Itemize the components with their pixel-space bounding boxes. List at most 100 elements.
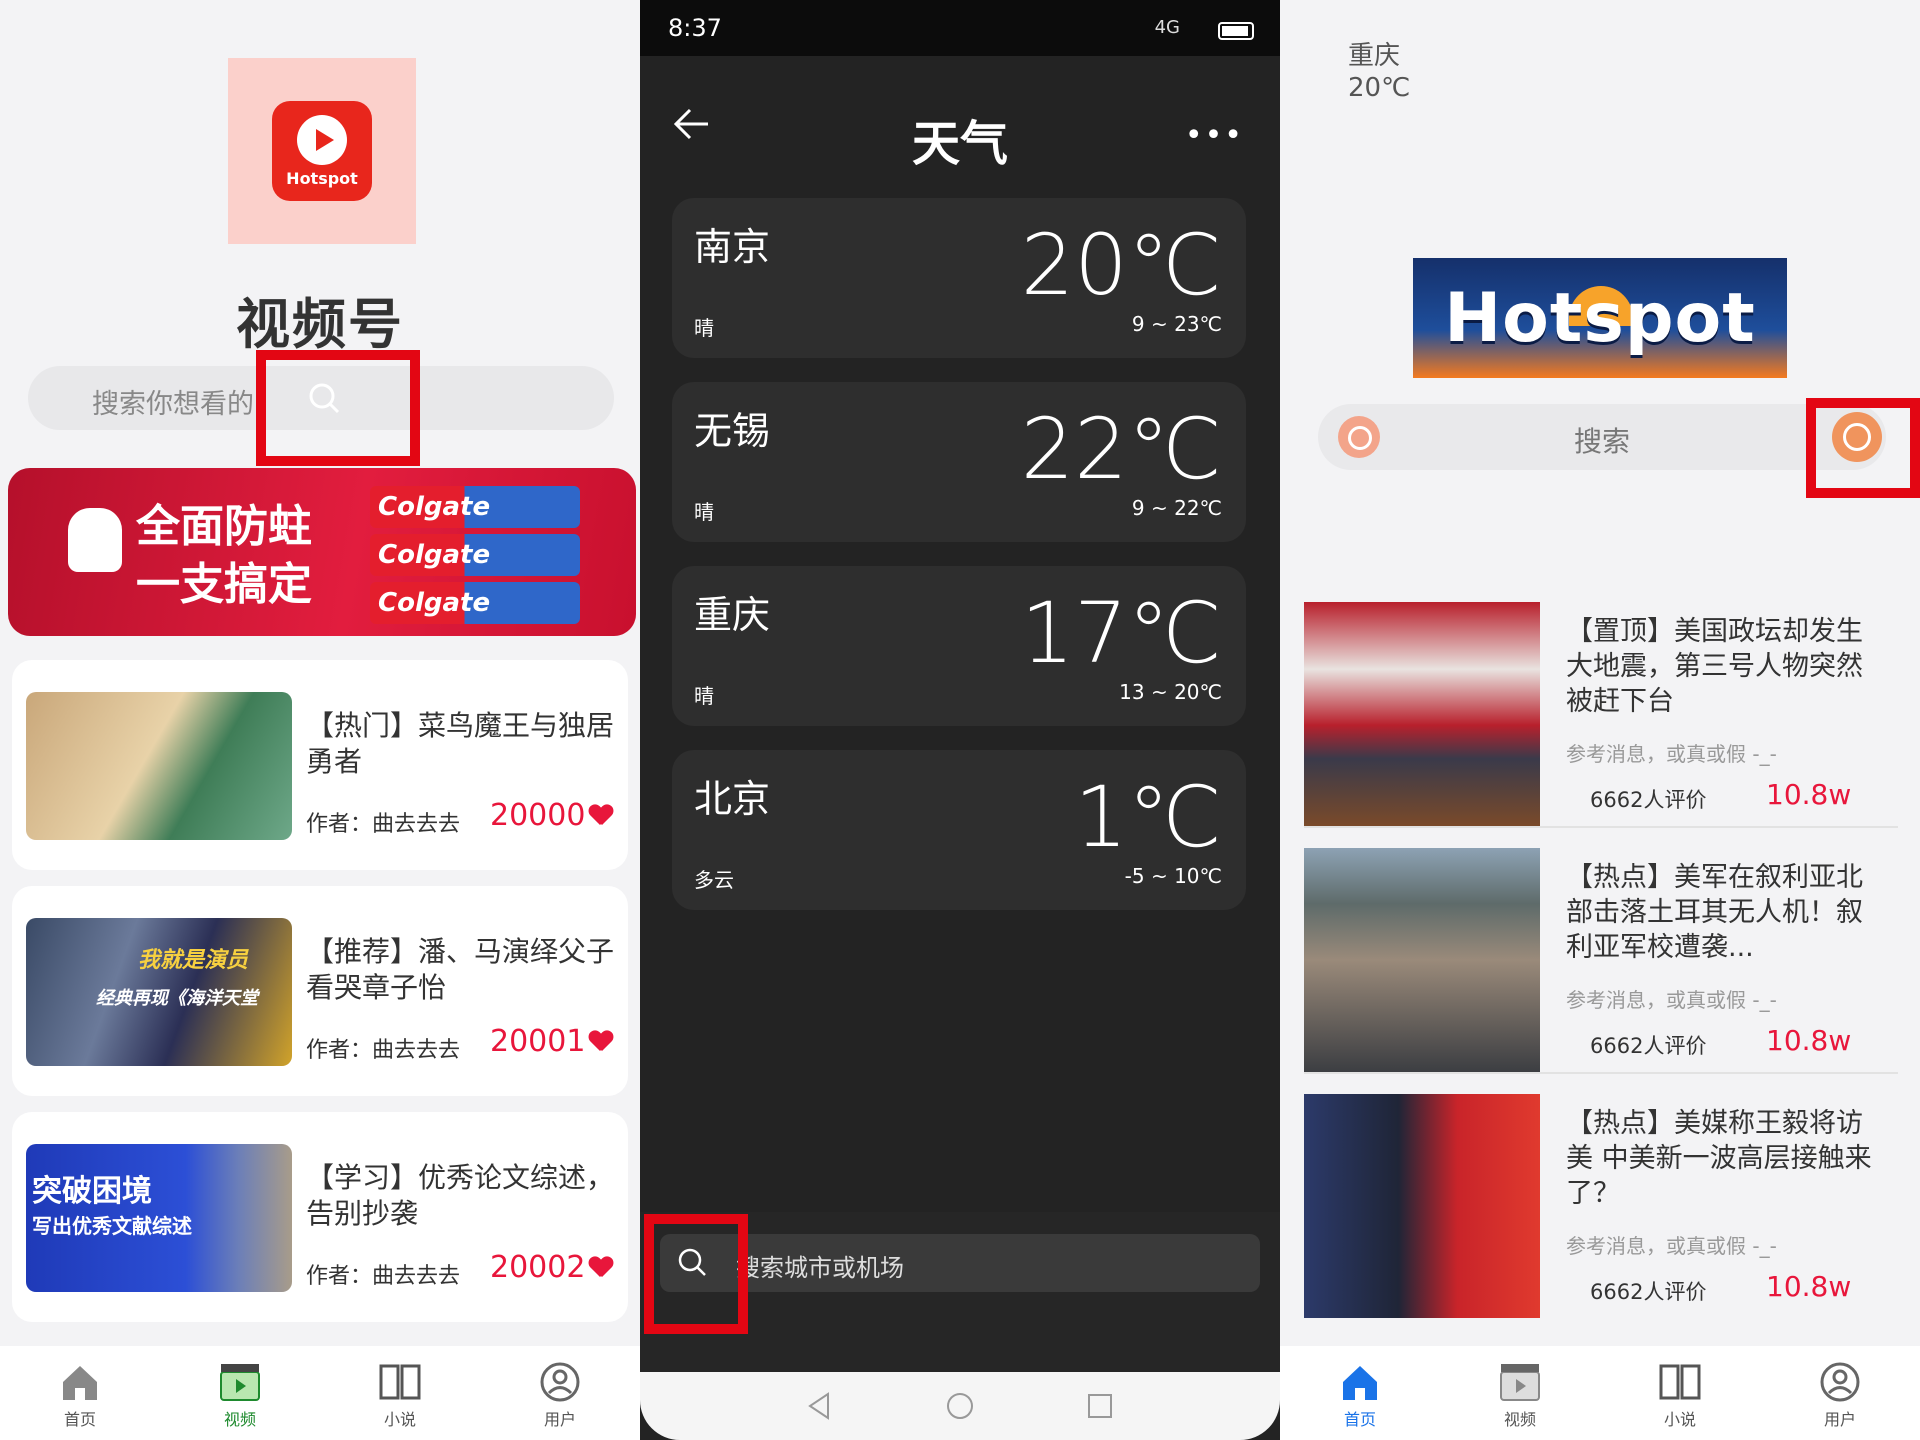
like-count: 20000: [490, 798, 611, 833]
view-count: 10.8w: [1766, 778, 1852, 811]
tab-label: 视频: [223, 1410, 256, 1429]
weather-condition: 晴: [694, 316, 714, 340]
tab-user[interactable]: 用户: [1760, 1346, 1920, 1440]
comment-count: 6662人评价: [1590, 788, 1707, 812]
search-placeholder: 搜索城市或机场: [736, 1254, 904, 1282]
city-temp: 20℃: [1020, 216, 1222, 314]
thumb-text: 经典再现《海洋天堂: [96, 988, 258, 1009]
news-item[interactable]: 【热点】美媒称王毅将访美 中美新一波高层接触来了？ 参考消息，或真或假 -_- …: [1304, 1094, 1898, 1320]
status-bar: 8:37 4G: [640, 0, 1280, 56]
city-temp: 17℃: [1020, 584, 1222, 682]
news-source: 参考消息，或真或假 -_-: [1566, 988, 1777, 1012]
news-title[interactable]: 【热点】美军在叙利亚北部击落土耳其无人机！叙利亚军校遭袭...: [1566, 860, 1884, 965]
video-thumbnail[interactable]: 我就是演员 经典再现《海洋天堂: [26, 918, 292, 1066]
highlight-box: [256, 350, 420, 466]
video-thumbnail[interactable]: 突破困境 写出优秀文献综述: [26, 1144, 292, 1292]
video-icon: [220, 1364, 260, 1401]
city-name: 重庆: [694, 593, 771, 637]
city-weather-card[interactable]: 重庆 17℃ 晴 13 ~ 20℃: [672, 566, 1246, 726]
heart-icon[interactable]: [589, 805, 611, 827]
video-card[interactable]: 【热门】菜鸟魔王与独居勇者 作者：曲去去去 20000: [12, 660, 628, 870]
play-icon: [297, 114, 347, 165]
like-count-value: 20002: [490, 1250, 586, 1285]
temp-range: 9 ~ 23℃: [1131, 312, 1222, 336]
news-title[interactable]: 【置顶】美国政坛却发生大地震，第三号人物突然被赶下台: [1566, 614, 1884, 719]
city-weather-card[interactable]: 无锡 22℃ 晴 9 ~ 22℃: [672, 382, 1246, 542]
tab-user[interactable]: 用户: [480, 1346, 640, 1440]
city-weather-card[interactable]: 北京 1℃ 多云 -5 ~ 10℃: [672, 750, 1246, 910]
video-title[interactable]: 【推荐】潘、马演绎父子看哭章子怡: [306, 934, 616, 1006]
highlight-box: [1806, 398, 1920, 498]
banner-line2: 一支搞定: [136, 559, 312, 610]
user-icon: [1820, 1362, 1860, 1402]
tab-home[interactable]: 首页: [1280, 1346, 1440, 1440]
ad-banner[interactable]: 全面防蛀 一支搞定 Colgate Colgate Colgate: [8, 468, 636, 636]
weather-condition: 晴: [694, 684, 714, 708]
thumb-text: 写出优秀文献综述: [32, 1214, 192, 1238]
city-name: 南京: [694, 225, 771, 269]
tab-label: 小说: [1663, 1410, 1696, 1429]
like-count-value: 20001: [490, 1024, 586, 1059]
news-thumbnail[interactable]: [1304, 848, 1540, 1072]
news-source: 参考消息，或真或假 -_-: [1566, 1234, 1777, 1258]
city-search-input[interactable]: 搜索城市或机场: [660, 1234, 1260, 1292]
tab-label: 用户: [543, 1410, 576, 1429]
video-card[interactable]: 突破困境 写出优秀文献综述 【学习】优秀论文综述，告别抄袭 作者：曲去去去 20…: [12, 1112, 628, 1322]
tab-home[interactable]: 首页: [0, 1346, 160, 1440]
video-title[interactable]: 【热门】菜鸟魔王与独居勇者: [306, 708, 616, 780]
view-count: 10.8w: [1766, 1024, 1852, 1057]
news-thumbnail[interactable]: [1304, 1094, 1540, 1318]
banner-line1: 全面防蛀: [136, 501, 312, 552]
video-title[interactable]: 【学习】优秀论文综述，告别抄袭: [306, 1160, 616, 1232]
location-temp: 20℃: [1348, 73, 1411, 103]
video-card[interactable]: 我就是演员 经典再现《海洋天堂 【推荐】潘、马演绎父子看哭章子怡 作者：曲去去去…: [12, 886, 628, 1096]
tab-novel[interactable]: 小说: [1600, 1346, 1760, 1440]
city-name: 北京: [694, 777, 771, 821]
weather-app-panel: 8:37 4G 天气 ••• 南京 20℃ 晴 9 ~ 23℃ 无锡 22℃ 晴…: [640, 0, 1280, 1440]
news-title[interactable]: 【热点】美媒称王毅将访美 中美新一波高层接触来了？: [1566, 1106, 1884, 1211]
thumb-text: 我就是演员: [138, 948, 249, 973]
more-options-icon[interactable]: •••: [1185, 118, 1244, 153]
news-app-panel: 重庆 20℃ Hotspot 搜索 【置顶】美国政坛却发生大地震，第三号人物突然…: [1280, 0, 1920, 1440]
book-icon: [1659, 1364, 1701, 1400]
app-logo: Hotspot: [1413, 258, 1787, 378]
nav-recents-icon[interactable]: [1084, 1390, 1116, 1422]
status-time: 8:37: [668, 14, 722, 42]
heart-icon[interactable]: [589, 1031, 611, 1053]
app-logo: Hotspot: [272, 101, 372, 201]
user-icon: [540, 1362, 580, 1402]
heart-icon[interactable]: [589, 1257, 611, 1279]
city-temp: 1℃: [1074, 768, 1222, 866]
search-placeholder: 搜索: [1573, 425, 1630, 458]
city-name: 无锡: [694, 409, 771, 453]
video-author: 作者：曲去去去: [306, 812, 461, 837]
comment-count: 6662人评价: [1590, 1034, 1707, 1058]
location-city: 重庆: [1348, 41, 1401, 71]
news-item[interactable]: 【置顶】美国政坛却发生大地震，第三号人物突然被赶下台 参考消息，或真或假 -_-…: [1304, 602, 1898, 828]
tab-video[interactable]: 视频: [160, 1346, 320, 1440]
news-thumbnail[interactable]: [1304, 602, 1540, 826]
weather-condition: 多云: [694, 868, 734, 892]
signal-indicator: 4G: [1154, 17, 1180, 38]
city-weather-card[interactable]: 南京 20℃ 晴 9 ~ 23℃: [672, 198, 1246, 358]
news-item[interactable]: 【热点】美军在叙利亚北部击落土耳其无人机！叙利亚军校遭袭... 参考消息，或真或…: [1304, 848, 1898, 1074]
nav-home-icon[interactable]: [944, 1390, 976, 1422]
tab-label: 视频: [1503, 1410, 1536, 1429]
view-count: 10.8w: [1766, 1270, 1852, 1303]
temp-range: -5 ~ 10℃: [1124, 864, 1222, 888]
tab-video[interactable]: 视频: [1440, 1346, 1600, 1440]
location-weather[interactable]: 重庆 20℃: [1348, 40, 1410, 104]
weather-condition: 晴: [694, 500, 714, 524]
nav-back-icon[interactable]: [804, 1390, 836, 1422]
comment-count: 6662人评价: [1590, 1280, 1707, 1304]
like-count-value: 20000: [490, 798, 586, 833]
tab-label: 用户: [1823, 1410, 1856, 1429]
tab-novel[interactable]: 小说: [320, 1346, 480, 1440]
video-thumbnail[interactable]: [26, 692, 292, 840]
tooth-icon: [68, 508, 122, 572]
battery-icon: [1218, 22, 1254, 40]
app-header: 天气 •••: [640, 56, 1280, 192]
search-bar[interactable]: 搜索: [1318, 404, 1886, 470]
temp-range: 13 ~ 20℃: [1119, 680, 1222, 704]
book-icon: [379, 1364, 421, 1400]
